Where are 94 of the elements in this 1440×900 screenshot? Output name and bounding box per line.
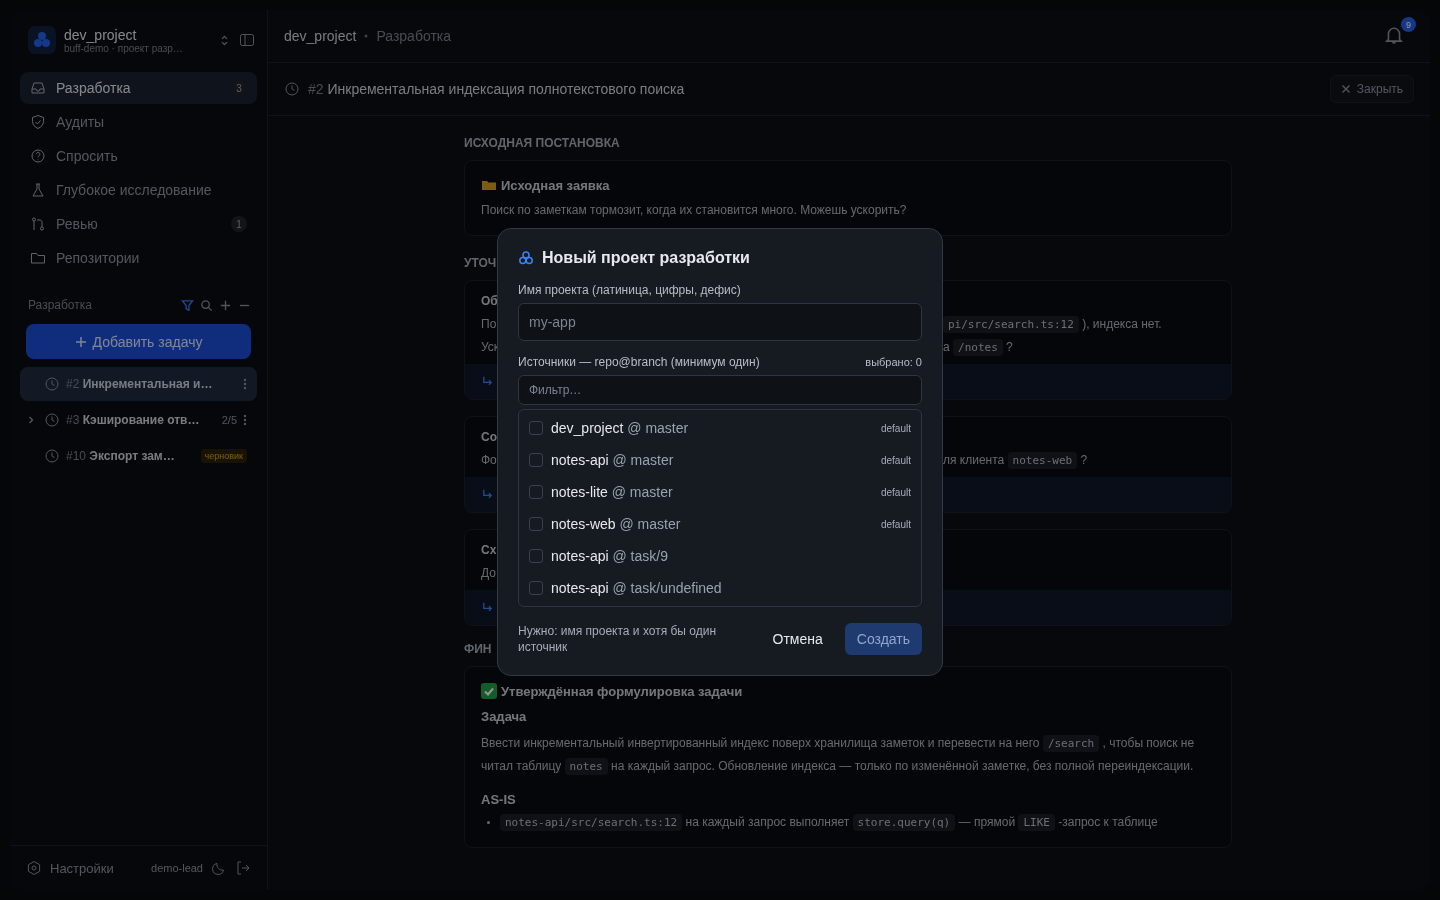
- task-item[interactable]: #3 Кэширование отв… 2/5: [20, 403, 257, 437]
- question-icon: [30, 148, 46, 164]
- nav-item[interactable]: Аудиты: [20, 106, 257, 138]
- card-text: Ввести инкрементальный инвертированный индекс поверх хранилища заметок и перевести на него /search , чтобы поиск не читал таблицу notes на каждый запрос. Обновление индекса — только по изменённой заметке, без полной переиндексации.: [481, 734, 1196, 777]
- field-label: Имя проекта (латиница, цифры, дефис): [518, 283, 742, 297]
- card-text: pi/src/search.ts:12 ), индекса нет.: [943, 316, 1162, 331]
- project-name-input[interactable]: my-app: [518, 303, 922, 341]
- notification-badge: 9: [1401, 17, 1416, 32]
- cancel-button[interactable]: Отмена: [758, 623, 837, 655]
- section-label: ИСХОДНАЯ ПОСТАНОВКА: [464, 136, 620, 150]
- nav-item[interactable]: Глубокое исследование: [20, 174, 257, 206]
- user-name: demo-lead: [151, 862, 203, 874]
- logout-icon[interactable]: [235, 860, 251, 876]
- progress-count: 2/5: [221, 414, 237, 426]
- subheading: AS-IS: [481, 792, 517, 807]
- checkmark-icon: [481, 683, 497, 699]
- section-title: Разработка: [28, 298, 93, 312]
- merge-icon: [30, 216, 46, 232]
- inbox-icon: [30, 80, 46, 96]
- filter-icon[interactable]: [181, 298, 194, 312]
- source-option[interactable]: notes-lite @ master default: [519, 476, 921, 508]
- breadcrumb-item[interactable]: dev_project: [284, 28, 357, 44]
- checkbox[interactable]: [529, 549, 543, 563]
- card-text: По: [481, 316, 497, 331]
- breadcrumb-item: Разработка: [376, 28, 451, 44]
- checkbox[interactable]: [529, 453, 543, 467]
- reply-arrow-icon: [481, 375, 494, 388]
- close-button[interactable]: Закрыть: [1329, 75, 1414, 103]
- card-title: Со: [481, 429, 497, 444]
- card-title: Исходная заявка: [501, 177, 610, 193]
- field-label: Источники — repo@branch (минимум один): [518, 355, 760, 369]
- dialog-title: Новый проект разработки: [542, 249, 750, 267]
- settings-icon[interactable]: [26, 860, 42, 876]
- more-icon[interactable]: [243, 377, 247, 391]
- default-tag: default: [880, 518, 911, 530]
- cubes-icon: [518, 250, 534, 266]
- checkbox[interactable]: [529, 421, 543, 435]
- checkbox[interactable]: [529, 517, 543, 531]
- card-text: ля клиента notes-web ?: [943, 452, 1088, 467]
- card-text: До: [481, 565, 496, 580]
- nav-item[interactable]: Разработка 3: [20, 72, 257, 104]
- plus-icon: [74, 335, 87, 348]
- clock-icon: [44, 448, 60, 464]
- task-title: #2 Инкрементальная индексация полнотекстового поиска: [308, 81, 685, 97]
- card-title: Утверждённая формулировка задачи: [501, 683, 743, 699]
- nav-item[interactable]: Репозитории: [20, 242, 257, 274]
- reply-arrow-icon: [481, 488, 494, 501]
- default-tag: default: [880, 422, 911, 434]
- clock-icon: [284, 81, 300, 97]
- workspace-name: dev_project: [64, 26, 138, 43]
- default-tag: default: [880, 454, 911, 466]
- card-text: Фо: [481, 452, 497, 467]
- card-text: Поиск по заметкам тормозит, когда их становится много. Можешь ускорить?: [481, 203, 908, 217]
- reply-arrow-icon: [481, 601, 494, 614]
- section-label: ФИН: [464, 642, 492, 656]
- draft-tag: черновик: [200, 449, 247, 463]
- nav-item[interactable]: Спросить: [20, 140, 257, 172]
- subheading: Задача: [481, 709, 528, 724]
- task-item[interactable]: #10 Экспорт зам… черновик: [20, 439, 257, 473]
- folder-icon: [30, 250, 46, 266]
- add-task-button[interactable]: Добавить задачу: [26, 324, 251, 359]
- search-icon[interactable]: [200, 298, 213, 312]
- plus-icon[interactable]: [219, 298, 232, 312]
- logo-icon: [28, 26, 56, 54]
- list-item: notes-api/src/search.ts:12 на каждый запрос выполняет store.query(q) — прямой LIKE -запрос к таблице: [500, 815, 1158, 829]
- count-badge: 1: [231, 216, 247, 232]
- source-option[interactable]: notes-api @ master default: [519, 444, 921, 476]
- hint-text: Нужно: имя проекта и хотя бы один источник: [518, 623, 718, 655]
- workspace-subtitle: buff-demo · проект разр…: [64, 42, 184, 54]
- bell-icon[interactable]: [1384, 25, 1404, 45]
- chevron-right-icon[interactable]: [26, 415, 36, 425]
- source-option[interactable]: notes-api @ task/undefined: [519, 572, 921, 604]
- flask-icon: [30, 182, 46, 198]
- shield-icon: [30, 114, 46, 130]
- nav-item[interactable]: Ревью 1: [20, 208, 257, 240]
- filter-input[interactable]: Фильтр…: [518, 375, 922, 405]
- source-option[interactable]: notes-web @ master default: [519, 508, 921, 540]
- default-tag: default: [880, 486, 911, 498]
- moon-icon[interactable]: [211, 860, 227, 876]
- source-option[interactable]: dev_project @ master default: [519, 412, 921, 444]
- checkbox[interactable]: [529, 581, 543, 595]
- more-icon[interactable]: [243, 413, 247, 427]
- clock-icon: [44, 376, 60, 392]
- sidebar-toggle-icon[interactable]: [239, 32, 255, 48]
- source-option[interactable]: notes-api @ task/9: [519, 540, 921, 572]
- card-title: Сх: [481, 542, 497, 557]
- close-icon: [1340, 84, 1351, 94]
- card-title: Об: [481, 293, 498, 308]
- checkbox[interactable]: [529, 485, 543, 499]
- selected-count: выбрано: 0: [865, 356, 922, 368]
- clock-icon: [44, 412, 60, 428]
- settings-link[interactable]: Настройки: [50, 860, 143, 876]
- section-label: УТОЧ: [464, 256, 497, 270]
- card-text: а /notes ?: [943, 339, 1013, 354]
